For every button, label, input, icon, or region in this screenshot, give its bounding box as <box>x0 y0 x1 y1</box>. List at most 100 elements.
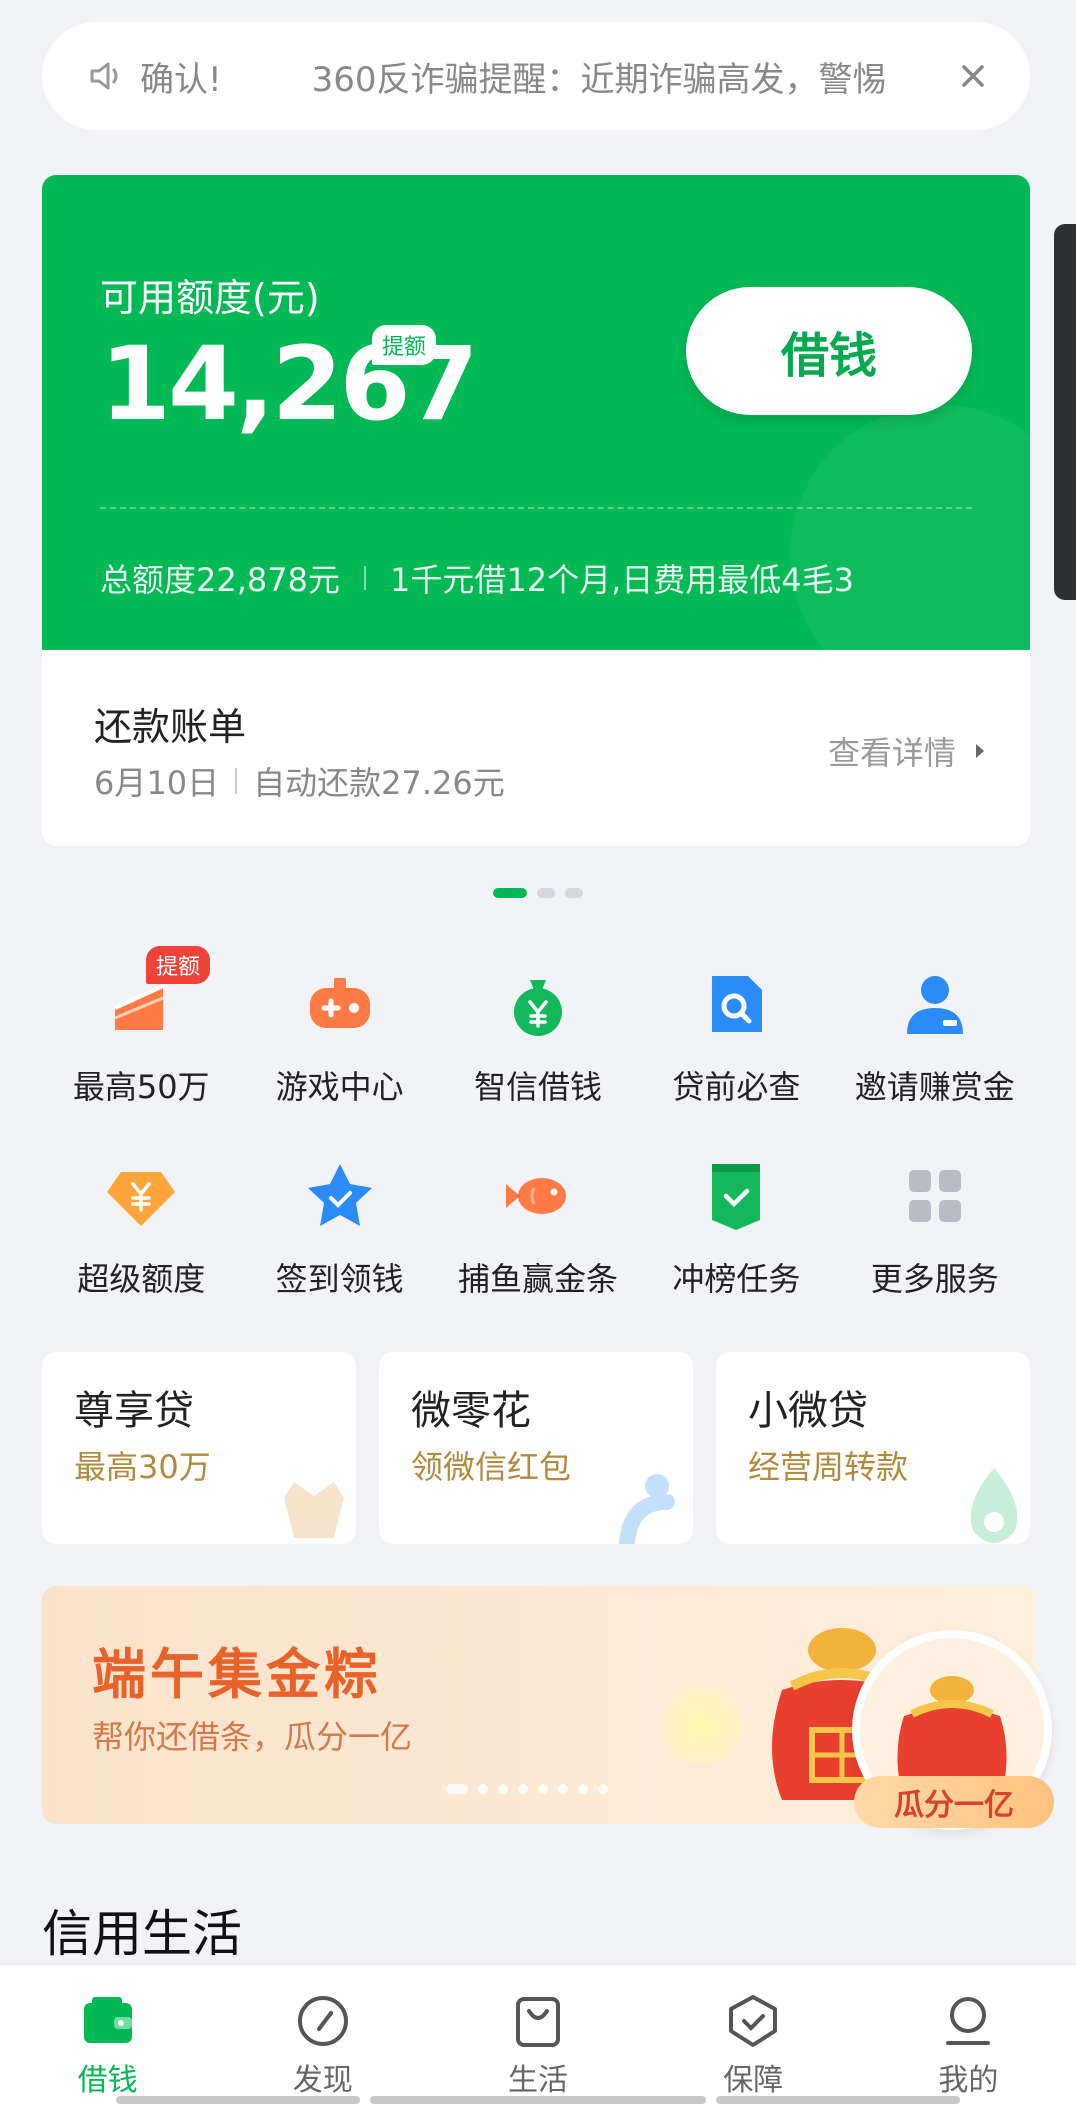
fish-icon <box>505 1178 566 1214</box>
grid-icon <box>908 1170 961 1222</box>
service-max-500k[interactable]: 提额 最高50万 <box>42 946 240 1108</box>
banner-dot <box>578 1784 588 1794</box>
promo-text: 1千元借12个月,日费用最低4毛3 <box>389 561 854 599</box>
tab-label: 借钱 <box>77 2063 138 2098</box>
separator <box>363 566 366 590</box>
borrow-button[interactable]: 借钱 <box>686 287 972 415</box>
service-more[interactable]: 更多服务 <box>836 1160 1034 1300</box>
service-grid-row-2: 超级额度 签到领钱 捕鱼赢金条 冲榜任务 更多服务 <box>42 1160 1034 1300</box>
tab-label: 生活 <box>508 2063 568 2098</box>
money-bag-icon <box>284 1482 344 1538</box>
banner-dot <box>558 1784 568 1794</box>
banner-dot <box>598 1784 608 1794</box>
carousel-dot-active <box>493 888 527 898</box>
service-label: 超级额度 <box>77 1260 206 1298</box>
product-title: 小微贷 <box>748 1388 868 1434</box>
home-indicator <box>370 2096 706 2104</box>
banner-dot <box>478 1784 488 1794</box>
section-title-credit-life: 信用生活 <box>42 1905 242 1963</box>
carousel-dots <box>0 888 1076 898</box>
user-invite-icon <box>906 976 963 1034</box>
bottom-tab-bar: 借钱 发现 生活 保障 我的 <box>0 1964 1076 2108</box>
tab-life[interactable]: 生活 <box>430 1965 645 2108</box>
service-label: 最高50万 <box>72 1068 210 1106</box>
notice-bar[interactable]: 确认! 360反诈骗提醒：近期诈骗高发，警惕 <box>42 22 1030 130</box>
product-card-premium-loan[interactable]: 尊享贷 最高30万 <box>42 1352 356 1544</box>
service-label: 游戏中心 <box>275 1068 404 1106</box>
service-label: 贷前必查 <box>672 1068 801 1106</box>
repayment-date: 6月10日 <box>94 764 220 802</box>
notice-text: 360反诈骗提醒：近期诈骗高发，警惕 <box>311 59 887 100</box>
service-smart-loan[interactable]: 智信借钱 <box>439 968 637 1108</box>
decor-circle <box>790 405 1030 650</box>
scroll-indicator[interactable] <box>1054 224 1076 600</box>
tab-discover[interactable]: 发现 <box>215 1965 430 2108</box>
product-title: 微零花 <box>411 1388 531 1434</box>
product-card-pocket-money[interactable]: 微零花 领微信红包 <box>379 1352 693 1544</box>
banner-dot <box>538 1784 548 1794</box>
money-bag-icon <box>513 980 562 1036</box>
product-sub: 领微信红包 <box>411 1448 572 1486</box>
service-fishing-game[interactable]: 捕鱼赢金条 <box>439 1160 637 1300</box>
service-super-credit[interactable]: 超级额度 <box>42 1160 240 1300</box>
service-ranking-task[interactable]: 冲榜任务 <box>637 1160 835 1300</box>
diamond-yuan-icon <box>107 1172 176 1226</box>
tab-borrow[interactable]: 借钱 <box>0 1965 215 2108</box>
star-check-icon <box>307 1164 372 1226</box>
banner-dot <box>518 1784 528 1794</box>
service-game-center[interactable]: 游戏中心 <box>240 968 438 1108</box>
speaker-icon <box>90 62 118 90</box>
banner-dot <box>498 1784 508 1794</box>
user-icon <box>946 1997 991 2045</box>
raise-limit-tag[interactable]: 提额 <box>372 325 437 365</box>
separator <box>235 768 238 794</box>
badge-check-icon <box>712 1164 761 1230</box>
tab-label: 发现 <box>292 2063 353 2098</box>
gamepad-icon <box>309 978 370 1028</box>
tab-label: 保障 <box>723 2063 784 2098</box>
compass-icon <box>297 1996 348 2046</box>
repayment-card[interactable]: 还款账单 6月10日 自动还款27.26元 查看详情 <box>42 650 1030 846</box>
service-label: 更多服务 <box>870 1260 999 1298</box>
shield-check-icon <box>729 1995 778 2047</box>
repayment-title: 还款账单 <box>94 705 247 749</box>
product-card-micro-loan[interactable]: 小微贷 经营周转款 <box>716 1352 1030 1544</box>
service-pre-loan-check[interactable]: 贷前必查 <box>637 968 835 1108</box>
drop-icon <box>970 1468 1018 1543</box>
service-invite-reward[interactable]: 邀请赚赏金 <box>836 968 1034 1108</box>
banner-dot-active <box>446 1784 468 1794</box>
repayment-sub: 6月10日 自动还款27.26元 <box>94 758 505 804</box>
tab-mine[interactable]: 我的 <box>861 1965 1076 2108</box>
available-credit-label: 可用额度(元) <box>100 276 320 320</box>
view-details-link[interactable]: 查看详情 <box>828 728 984 774</box>
product-sub: 最高30万 <box>74 1448 211 1486</box>
chevron-right-icon <box>976 744 984 758</box>
banner-sub: 帮你还借条，瓜分一亿 <box>92 1718 413 1756</box>
service-label: 签到领钱 <box>275 1260 404 1298</box>
home-indicator <box>716 2096 960 2104</box>
credit-footer: 总额度22,878元 1千元借12个月,日费用最低4毛3 <box>100 555 854 601</box>
service-label: 冲榜任务 <box>672 1260 801 1298</box>
banner-carousel-dots <box>446 1784 608 1794</box>
service-grid-row-1: 提额 最高50万 游戏中心 智信借钱 贷前必查 邀请赚赏金 <box>42 946 1034 1108</box>
credit-card: 可用额度(元) 14,267 提额 借钱 总额度22,878元 1千元借12个月… <box>42 175 1030 650</box>
product-title: 尊享贷 <box>74 1388 194 1434</box>
notice-confirm: 确认! <box>140 59 222 100</box>
document-search-icon <box>712 976 763 1032</box>
tab-label: 我的 <box>938 2063 999 2098</box>
home-indicator <box>116 2096 360 2104</box>
close-icon[interactable] <box>956 59 990 93</box>
banner-title: 端午集金粽 <box>92 1643 382 1706</box>
product-sub: 经营周转款 <box>748 1448 909 1486</box>
person-icon <box>619 1474 675 1544</box>
carousel-dot <box>537 888 555 898</box>
raise-limit-badge: 提额 <box>146 946 211 984</box>
total-credit: 总额度22,878元 <box>100 561 340 599</box>
bubble-label: 瓜分一亿 <box>854 1776 1054 1828</box>
service-checkin-reward[interactable]: 签到领钱 <box>240 1160 438 1300</box>
sparkle-decor <box>662 1686 742 1766</box>
shopping-bag-icon <box>516 1997 560 2047</box>
carousel-dot <box>565 888 583 898</box>
tab-protection[interactable]: 保障 <box>646 1965 861 2108</box>
service-label: 捕鱼赢金条 <box>457 1260 618 1298</box>
